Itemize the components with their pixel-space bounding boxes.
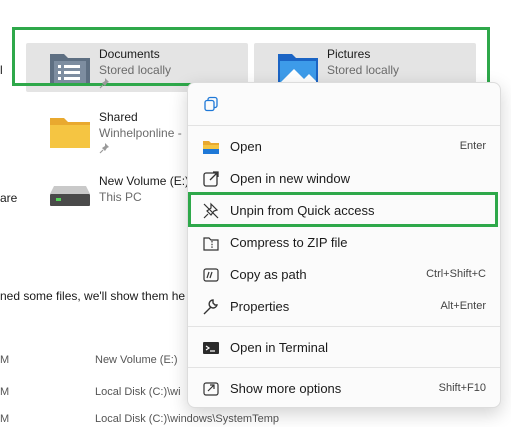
row-time: M: [0, 354, 10, 366]
menu-item-label: Copy as path: [230, 267, 307, 282]
left-pane-label: are: [0, 191, 18, 205]
highlight-box: [12, 27, 490, 86]
row-location: Local Disk (C:)\windows\SystemTemp: [95, 413, 279, 425]
quick-access-item-new-volume[interactable]: New Volume (E:) This PC: [46, 172, 190, 212]
folder-icon: [50, 118, 90, 148]
menu-item-copy-as-path[interactable]: Copy as path Ctrl+Shift+C: [188, 260, 500, 290]
quick-access-item-shared[interactable]: Shared Winhelponline -: [46, 108, 186, 156]
menu-item-label: Open in Terminal: [230, 340, 329, 355]
terminal-icon: [203, 342, 219, 354]
item-label: Shared: [99, 110, 138, 124]
menu-item-shortcut: Ctrl+Shift+C: [426, 268, 486, 280]
wrench-icon: [203, 299, 218, 315]
recent-empty-message: ned some files, we'll show them he: [0, 289, 186, 303]
menu-item-label: Open: [230, 139, 262, 154]
menu-item-open-new-window[interactable]: Open in new window: [188, 164, 500, 194]
table-row[interactable]: M New Volume (E:): [0, 354, 186, 368]
menu-item-label: Open in new window: [230, 171, 350, 186]
menu-item-compress-zip[interactable]: Compress to ZIP file: [188, 228, 500, 258]
folder-icon: [203, 141, 219, 154]
menu-item-properties[interactable]: Properties Alt+Enter: [188, 292, 500, 322]
drive-icon: [50, 186, 90, 206]
copy-path-icon: [203, 268, 219, 282]
pin-icon: [99, 78, 109, 89]
menu-item-open-terminal[interactable]: Open in Terminal: [188, 333, 500, 363]
menu-item-shortcut: Alt+Enter: [440, 300, 486, 312]
open-new-window-icon: [203, 171, 219, 187]
pin-icon: [99, 143, 109, 154]
menu-item-label: Properties: [230, 299, 290, 314]
row-location: New Volume (E:): [95, 354, 178, 366]
row-time: M: [0, 386, 10, 398]
menu-item-label: Show more options: [230, 381, 342, 396]
item-location: This PC: [99, 190, 142, 204]
table-row[interactable]: M Local Disk (C:)\windows\SystemTemp: [0, 413, 300, 427]
menu-item-shortcut: Enter: [459, 140, 486, 152]
show-more-icon: [203, 382, 219, 396]
copy-button[interactable]: [198, 91, 224, 117]
zip-icon: [203, 237, 219, 251]
row-time: M: [0, 413, 10, 425]
menu-separator: [188, 367, 500, 368]
menu-separator: [188, 125, 500, 126]
highlight-box: [188, 192, 498, 227]
menu-item-label: Compress to ZIP file: [230, 235, 348, 250]
item-location: Winhelponline -: [99, 126, 182, 140]
row-location: Local Disk (C:)\wi: [95, 386, 181, 398]
context-menu: Open Enter Open in new window Unpin from…: [187, 82, 501, 408]
left-pane-label: l: [0, 63, 3, 77]
menu-item-open[interactable]: Open Enter: [188, 132, 500, 162]
menu-item-shortcut: Shift+F10: [438, 382, 486, 394]
table-row[interactable]: M Local Disk (C:)\wi: [0, 386, 186, 400]
menu-separator: [188, 326, 500, 327]
item-label: New Volume (E:): [99, 174, 190, 188]
menu-item-show-more-options[interactable]: Show more options Shift+F10: [188, 374, 500, 404]
copy-icon: [204, 96, 218, 112]
